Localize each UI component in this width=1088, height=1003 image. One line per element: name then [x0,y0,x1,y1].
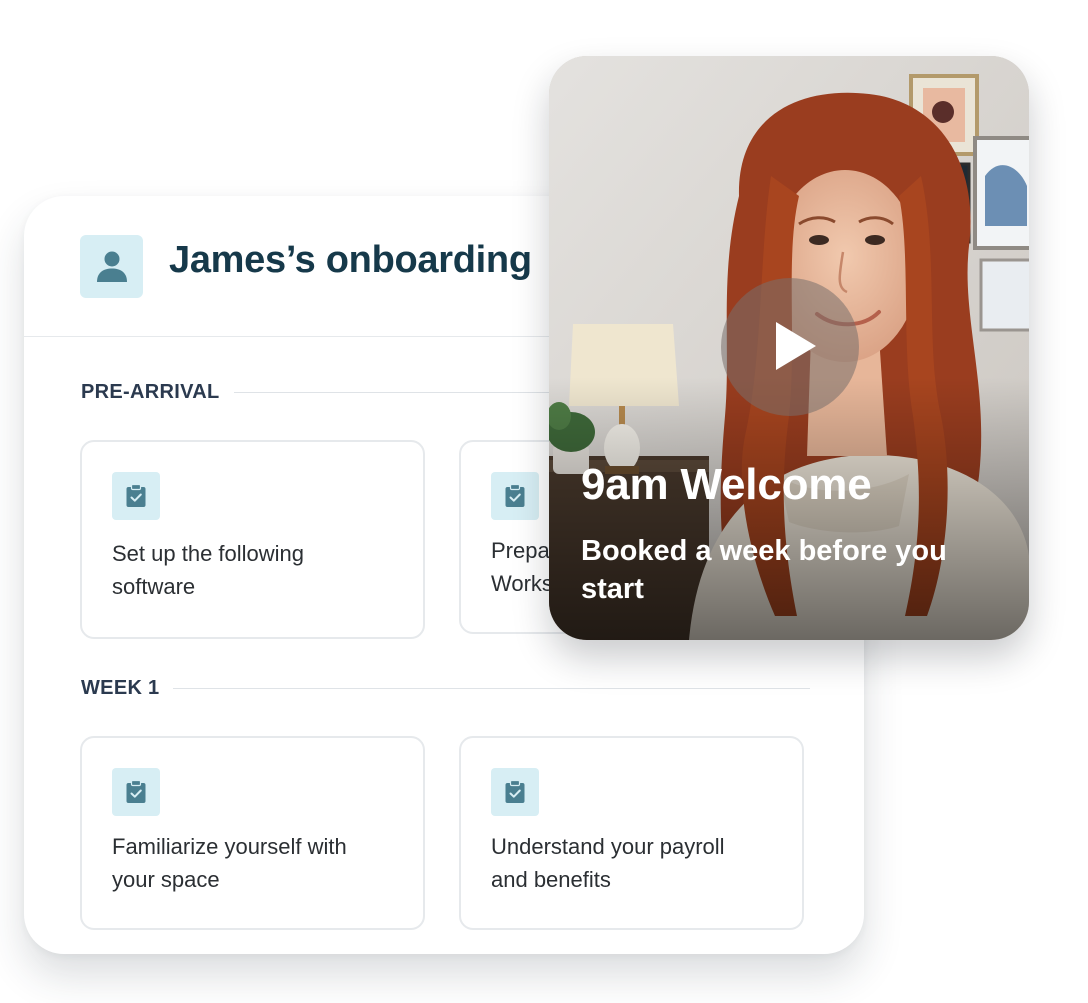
video-subtitle: Booked a week before you start [581,535,947,605]
task-card-setup-software[interactable]: Set up the following software [80,440,425,639]
video-title: 9am Welcome [581,460,872,509]
clipboard-check-icon [505,484,525,507]
section-label: PRE-ARRIVAL [81,380,220,403]
task-icon-tile [491,472,539,520]
task-icon-tile [491,768,539,816]
section-label: WEEK 1 [81,676,160,699]
play-button[interactable] [721,278,859,416]
divider [173,687,811,689]
user-icon [97,251,127,282]
task-icon-tile [112,472,160,520]
task-text: Understand your payroll and benefits [491,834,725,892]
task-icon-tile [112,768,160,816]
task-card-payroll-benefits[interactable]: Understand your payroll and benefits [459,736,804,930]
section-week-1: WEEK 1 [81,675,811,701]
play-icon [776,322,816,370]
clipboard-check-icon [505,780,525,803]
task-text: Set up the following software [112,541,305,599]
clipboard-check-icon [126,484,146,507]
stage: James’s onboarding PRE-ARRIVAL Set up th… [0,0,1088,1003]
avatar [80,235,143,298]
task-text: Familiarize yourself with your space [112,834,347,892]
welcome-video-card[interactable]: 9am Welcome Booked a week before you sta… [549,56,1029,640]
clipboard-check-icon [126,780,146,803]
task-card-familiarize-space[interactable]: Familiarize yourself with your space [80,736,425,930]
page-title: James’s onboarding [169,239,532,281]
